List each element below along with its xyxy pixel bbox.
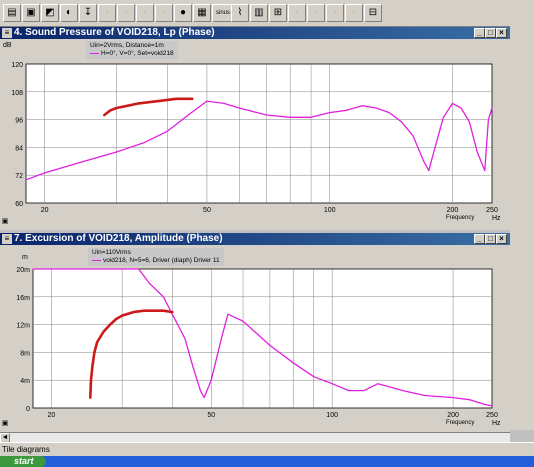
status-text: Tile diagrams — [2, 445, 50, 454]
grid2-icon[interactable]: ⊟ — [364, 4, 382, 22]
y-tick-label: 4m — [20, 378, 30, 385]
legend-info: Uin=2Vrms, Distance=1m — [90, 42, 164, 49]
taskbar: start — [0, 456, 534, 467]
y-tick-label: 96 — [15, 118, 23, 125]
floppy-icon[interactable]: ▣ — [22, 4, 40, 22]
mdi-vertical-scrollbar[interactable] — [510, 26, 534, 430]
y-tick-label: 108 — [11, 90, 23, 97]
y-tick-label: 20m — [16, 267, 30, 274]
sound-pressure-window: ≡ 4. Sound Pressure of VOID218, Lp (Phas… — [0, 27, 510, 230]
y-tick-label: 72 — [15, 173, 23, 180]
x-tick-label: 250 — [486, 207, 498, 214]
legend-swatch — [90, 52, 99, 54]
disabled-toolbar-icon: · — [155, 4, 173, 22]
disabled-toolbar-icon: · — [136, 4, 154, 22]
plot-area — [25, 63, 493, 204]
plot-icon[interactable]: ⌇ — [231, 4, 249, 22]
zoom-toggle-icon[interactable]: ▣ — [0, 216, 10, 228]
y-tick-label: 0 — [26, 406, 30, 413]
chart-legend: Uin=2Vrms, Distance=1m H=0°, V=0°, Set=v… — [86, 41, 178, 59]
x-tick-label: 20 — [41, 207, 49, 214]
x-unit-label: Hz — [492, 215, 501, 222]
x-axis-label: Frequency — [446, 420, 475, 426]
zoom-toggle-icon[interactable]: ▣ — [0, 418, 10, 430]
y-tick-label: 120 — [11, 62, 23, 69]
x-tick-label: 100 — [324, 207, 336, 214]
disabled-toolbar-icon: · — [345, 4, 363, 22]
x-tick-label: 50 — [207, 412, 215, 419]
y-tick-label: 8m — [20, 350, 30, 357]
legend-info: Uin=110Vrms — [92, 249, 131, 256]
x-unit-label: Hz — [492, 420, 501, 427]
disabled-toolbar-icon: · — [326, 4, 344, 22]
record-icon[interactable]: ● — [174, 4, 192, 22]
y-tick-label: 12m — [16, 323, 30, 330]
x-tick-label: 250 — [486, 412, 498, 419]
y-tick-label: 60 — [15, 201, 23, 208]
disabled-toolbar-icon: · — [117, 4, 135, 22]
import-icon[interactable]: ↧ — [79, 4, 97, 22]
sound-pressure-chart: 60 72 84 96 108 120 20 50 100 200 250 — [11, 62, 498, 214]
x-tick-label: 200 — [447, 412, 459, 419]
save-icon[interactable]: ▤ — [3, 4, 21, 22]
x-tick-label: 20 — [47, 412, 55, 419]
zoom-icon[interactable]: ⊞ — [269, 4, 287, 22]
start-label: start — [14, 456, 34, 466]
x-tick-label: 200 — [447, 207, 459, 214]
disabled-toolbar-icon: · — [307, 4, 325, 22]
status-bar: Tile diagrams — [0, 442, 534, 457]
legend-swatch — [92, 259, 101, 261]
excursion-chart: 0 4m 8m 12m 16m 20m 20 50 100 200 250 — [16, 267, 498, 419]
x-axis-label: Frequency — [446, 215, 475, 221]
grid-icon[interactable]: ▥ — [250, 4, 268, 22]
disabled-toolbar-icon: · — [288, 4, 306, 22]
y-tick-label: 16m — [16, 295, 30, 302]
photo-icon[interactable]: ▦ — [193, 4, 211, 22]
legend-series-name: void218, N=5=6, Driver (diaph) Driver 11 — [103, 257, 220, 264]
excursion-window: ≡ 7. Excursion of VOID218, Amplitude (Ph… — [0, 233, 510, 432]
chart-legend: Uin=110Vrms void218, N=5=6, Driver (diap… — [88, 248, 224, 266]
start-button[interactable]: start — [0, 456, 46, 467]
y-tick-label: 84 — [15, 145, 23, 152]
x-tick-label: 50 — [203, 207, 211, 214]
disabled-toolbar-icon: · — [98, 4, 116, 22]
x-tick-label: 100 — [326, 412, 338, 419]
driver-icon[interactable]: ◐ — [60, 4, 78, 22]
chart-icon[interactable]: ◩ — [41, 4, 59, 22]
legend-series-name: H=0°, V=0°, Set=void218 — [101, 50, 174, 57]
toolbar: ▤ ▣ ◩ ◐ ↧ · · · · ● ▦ sinus ⌇ ▥ ⊞ · · · · ⊟ — [0, 0, 534, 27]
